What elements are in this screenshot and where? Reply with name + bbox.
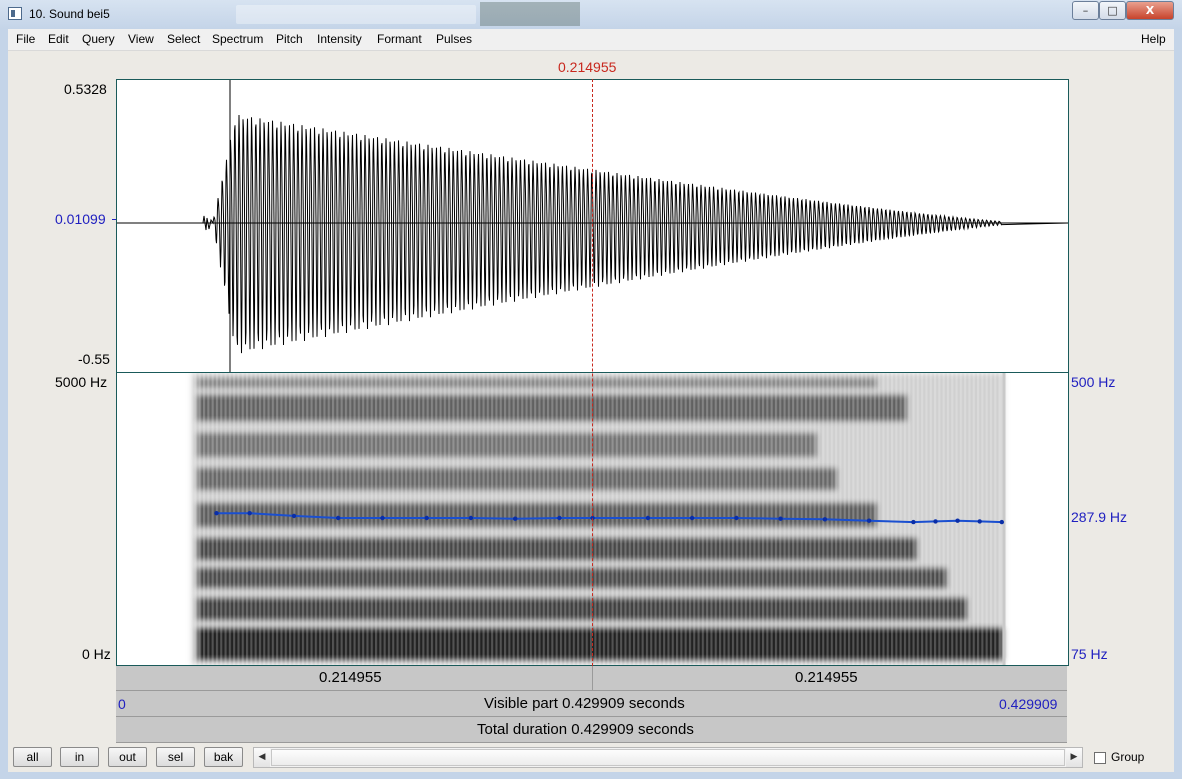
right-segment[interactable]: 0.214955 xyxy=(593,666,1067,690)
waveform-cursor-value-label: 0.01099 xyxy=(55,211,106,227)
window-frame-bottom xyxy=(0,772,1182,779)
menu-bar: File Edit Query View Select Spectrum Pit… xyxy=(8,29,1174,51)
left-segment[interactable]: 0.214955 xyxy=(116,666,593,690)
pitch-point xyxy=(513,516,518,521)
spectrogram-bottom-freq-label: 0 Hz xyxy=(82,646,111,662)
pitch-point xyxy=(645,515,651,521)
menu-edit[interactable]: Edit xyxy=(48,32,69,46)
scroll-left-icon[interactable]: ◀ xyxy=(254,748,270,767)
window-frame-left xyxy=(0,29,8,779)
pitch-point xyxy=(933,519,938,524)
pitch-point xyxy=(424,515,429,521)
pitch-point xyxy=(291,513,297,519)
zoom-all-button[interactable]: all xyxy=(13,747,52,767)
pitch-point xyxy=(977,519,982,524)
menu-help[interactable]: Help xyxy=(1141,32,1166,46)
pitch-value-label: 287.9 Hz xyxy=(1071,509,1128,525)
pitch-point xyxy=(866,518,872,523)
scroll-right-icon[interactable]: ▶ xyxy=(1066,748,1082,767)
visible-end-label: 0.429909 xyxy=(999,696,1058,712)
background-window-ghost xyxy=(236,5,476,24)
close-button[interactable]: X xyxy=(1126,1,1174,20)
waveform-value-tick xyxy=(112,219,116,220)
menu-select[interactable]: Select xyxy=(167,32,200,46)
pitch-point xyxy=(955,518,960,523)
menu-view[interactable]: View xyxy=(128,32,154,46)
left-segment-duration: 0.214955 xyxy=(319,669,382,686)
menu-spectrum[interactable]: Spectrum xyxy=(212,32,263,46)
visible-part-label: Visible part 0.429909 seconds xyxy=(484,695,685,712)
group-label: Group xyxy=(1111,750,1145,764)
maximize-button[interactable]: □ xyxy=(1099,1,1126,20)
pitch-point xyxy=(336,515,341,521)
group-checkbox[interactable] xyxy=(1094,752,1106,764)
window-icon xyxy=(8,7,22,20)
pitch-point xyxy=(247,511,252,516)
title-bar: 10. Sound bei5 – □ X xyxy=(0,0,1182,29)
window-frame-right xyxy=(1174,29,1182,779)
pitch-point xyxy=(468,515,474,521)
zoom-selection-button[interactable]: sel xyxy=(156,747,195,767)
menu-query[interactable]: Query xyxy=(82,32,115,46)
pitch-point xyxy=(778,516,783,521)
pitch-point xyxy=(734,515,739,521)
menu-pulses[interactable]: Pulses xyxy=(436,32,472,46)
pitch-point xyxy=(689,515,695,521)
spectrogram-top-freq-label: 5000 Hz xyxy=(55,374,108,390)
menu-intensity[interactable]: Intensity xyxy=(317,32,362,46)
background-window-ghost xyxy=(480,2,580,26)
total-duration-label: Total duration 0.429909 seconds xyxy=(477,721,694,738)
menu-pitch[interactable]: Pitch xyxy=(276,32,303,46)
waveform-min-label: -0.55 xyxy=(78,351,110,367)
cursor-time-label: 0.214955 xyxy=(558,59,617,75)
pitch-top-label: 500 Hz xyxy=(1071,374,1116,390)
pitch-point xyxy=(999,519,1004,525)
pitch-point xyxy=(911,519,916,525)
minimize-button[interactable]: – xyxy=(1072,1,1099,20)
horizontal-scrollbar[interactable]: ◀ ▶ xyxy=(253,747,1083,768)
pitch-point xyxy=(822,517,828,522)
zoom-back-button[interactable]: bak xyxy=(204,747,243,767)
pitch-point xyxy=(214,511,219,516)
menu-file[interactable]: File xyxy=(16,32,35,46)
praat-window: 10. Sound bei5 – □ X File Edit Query Vie… xyxy=(0,0,1182,779)
pitch-point xyxy=(380,515,385,521)
pitch-bottom-label: 75 Hz xyxy=(1071,646,1108,662)
waveform-max-label: 0.5328 xyxy=(64,81,107,97)
window-title: 10. Sound bei5 xyxy=(29,7,110,21)
total-duration-bar[interactable]: Total duration 0.429909 seconds xyxy=(116,717,1067,743)
segment-bar[interactable]: 0.214955 0.214955 xyxy=(116,666,1067,691)
pitch-point xyxy=(557,515,562,521)
time-cursor-line xyxy=(592,79,593,666)
visible-start-label: 0 xyxy=(118,696,126,712)
visible-part-bar[interactable]: Visible part 0.429909 seconds xyxy=(116,691,1067,717)
zoom-in-button[interactable]: in xyxy=(60,747,99,767)
menu-formant[interactable]: Formant xyxy=(377,32,422,46)
zoom-out-button[interactable]: out xyxy=(108,747,147,767)
scroll-thumb[interactable] xyxy=(271,749,1065,766)
right-segment-duration: 0.214955 xyxy=(795,669,858,686)
